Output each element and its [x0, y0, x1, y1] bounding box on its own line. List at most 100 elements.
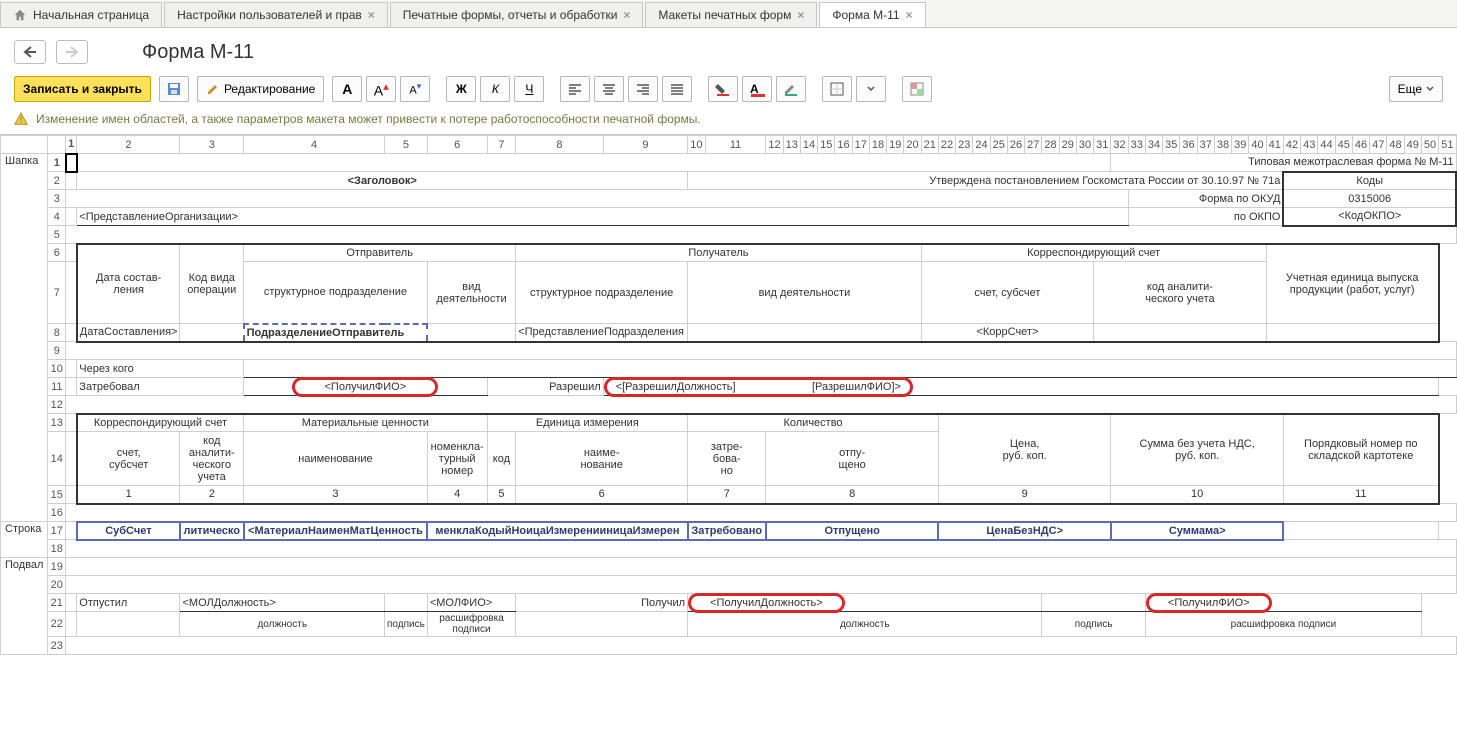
cell-approval[interactable]: Утверждена постановлением Госкомстата Ро… — [688, 172, 1284, 190]
cell-param[interactable]: СубСчет — [77, 522, 180, 540]
cell-acct[interactable]: счет, субсчет — [921, 262, 1094, 324]
cell-uname[interactable]: наиме- нование — [516, 432, 688, 486]
cell-param[interactable]: литическо — [180, 522, 244, 540]
row-hdr[interactable]: 3 — [48, 190, 66, 208]
borders-dropdown[interactable] — [856, 76, 886, 102]
spreadsheet[interactable]: 1 2 3 4 5 6 7 8 9 10 11 12 13 14 15 16 1… — [0, 134, 1457, 655]
cell-form-title[interactable]: Типовая межотраслевая форма № М-11 — [1111, 154, 1456, 172]
col-hdr[interactable]: 43 — [1301, 136, 1318, 154]
col-hdr[interactable]: 35 — [1163, 136, 1180, 154]
col-hdr[interactable]: 3 — [180, 136, 244, 154]
cell[interactable] — [66, 262, 77, 324]
cell[interactable] — [66, 396, 1456, 414]
align-justify-button[interactable] — [662, 76, 692, 102]
cell[interactable] — [66, 208, 77, 226]
cell-acct2[interactable]: счет, субсчет — [77, 432, 180, 486]
close-icon[interactable]: × — [797, 8, 804, 22]
cell[interactable] — [66, 540, 1456, 558]
cell-n[interactable]: 5 — [487, 486, 516, 504]
cell-sign-label[interactable]: подпись — [385, 612, 428, 637]
col-hdr[interactable]: 14 — [800, 136, 817, 154]
cell-mol-fio[interactable]: <МОЛФИО> — [427, 594, 515, 612]
cell[interactable] — [516, 612, 688, 637]
cell-codes[interactable]: Коды — [1283, 172, 1456, 190]
cell[interactable] — [66, 486, 77, 504]
cell-okpo-label[interactable]: по ОКПО — [1128, 208, 1283, 226]
cell-corr-val[interactable]: <КоррСчет> — [921, 324, 1094, 342]
col-hdr[interactable]: 27 — [1025, 136, 1042, 154]
cell-title[interactable]: <Заголовок> — [77, 172, 688, 190]
spreadsheet-grid[interactable]: 1 2 3 4 5 6 7 8 9 10 11 12 13 14 15 16 1… — [0, 135, 1457, 655]
col-hdr[interactable]: 7 — [487, 136, 516, 154]
cell-n[interactable]: 10 — [1111, 486, 1284, 504]
col-hdr[interactable]: 51 — [1439, 136, 1456, 154]
cell-dec-label[interactable]: расшифровка подписи — [427, 612, 515, 637]
col-hdr[interactable]: 16 — [835, 136, 852, 154]
col-hdr[interactable]: 38 — [1214, 136, 1231, 154]
col-hdr[interactable]: 17 — [852, 136, 869, 154]
cell-okud-value[interactable]: 0315006 — [1283, 190, 1456, 208]
cell-recv-pos[interactable]: <ПолучилДолжность> — [688, 594, 1042, 612]
cell-name[interactable]: наименование — [244, 432, 428, 486]
cell[interactable] — [385, 594, 428, 612]
cell[interactable] — [66, 522, 77, 540]
col-hdr[interactable]: 42 — [1283, 136, 1300, 154]
cell[interactable] — [1266, 324, 1439, 342]
save-button[interactable] — [159, 76, 189, 102]
cell-n[interactable]: 4 — [427, 486, 487, 504]
cell-price[interactable]: Цена, руб. коп. — [938, 414, 1111, 486]
cell[interactable] — [66, 612, 77, 637]
cell[interactable] — [66, 594, 77, 612]
col-hdr[interactable]: 33 — [1128, 136, 1145, 154]
back-button[interactable] — [14, 40, 46, 64]
forward-button[interactable] — [56, 40, 88, 64]
close-icon[interactable]: × — [623, 8, 630, 22]
col-hdr[interactable]: 10 — [688, 136, 706, 154]
cell-dec-label2[interactable]: расшифровка подписи — [1145, 612, 1421, 637]
col-hdr[interactable]: 36 — [1180, 136, 1197, 154]
cell[interactable] — [77, 154, 1111, 172]
col-hdr[interactable]: 19 — [887, 136, 904, 154]
cell-unit-hdr[interactable]: Учетная единица выпуска продукции (работ… — [1266, 244, 1439, 324]
col-hdr[interactable]: 28 — [1042, 136, 1059, 154]
cell[interactable] — [66, 576, 1456, 594]
row-hdr[interactable]: 14 — [48, 432, 66, 486]
cell[interactable] — [66, 244, 77, 262]
row-hdr[interactable]: 11 — [48, 378, 66, 396]
col-hdr[interactable]: 22 — [938, 136, 955, 154]
align-left-button[interactable] — [560, 76, 590, 102]
col-hdr[interactable]: 25 — [990, 136, 1007, 154]
row-hdr[interactable]: 23 — [48, 637, 66, 655]
cell-param[interactable]: менклаКодыйНоицаИзмеренииницаИзмерен — [427, 522, 687, 540]
cell[interactable] — [180, 324, 244, 342]
cell[interactable] — [66, 558, 1456, 576]
col-hdr[interactable]: 50 — [1421, 136, 1438, 154]
col-hdr[interactable]: 37 — [1197, 136, 1214, 154]
col-hdr[interactable]: 20 — [904, 136, 921, 154]
italic-button[interactable]: К — [480, 76, 510, 102]
cell[interactable] — [66, 414, 77, 432]
cell-param[interactable]: <МатериалНаименМатЦенность — [244, 522, 428, 540]
col-hdr[interactable]: 45 — [1335, 136, 1352, 154]
cell-qty[interactable]: Количество — [688, 414, 939, 432]
cell[interactable] — [66, 342, 1456, 360]
cell-n[interactable]: 9 — [938, 486, 1111, 504]
col-hdr[interactable]: 26 — [1007, 136, 1024, 154]
cell-struct-r[interactable]: структурное подразделение — [516, 262, 688, 324]
col-hdr[interactable]: 39 — [1232, 136, 1249, 154]
col-hdr[interactable]: 30 — [1076, 136, 1093, 154]
cell-through[interactable]: Через кого — [77, 360, 244, 378]
underline-button[interactable]: Ч — [514, 76, 544, 102]
section-row[interactable]: Строка — [1, 522, 48, 558]
col-hdr[interactable]: 13 — [783, 136, 800, 154]
cell-date-hdr[interactable]: Дата состав- ления — [77, 244, 180, 324]
cell-nomen[interactable]: номенкла- турный номер — [427, 432, 487, 486]
row-hdr[interactable]: 7 — [48, 262, 66, 324]
borders-button[interactable] — [822, 76, 852, 102]
tab-templates[interactable]: Макеты печатных форм × — [645, 2, 817, 27]
cell-n[interactable]: 3 — [244, 486, 428, 504]
col-hdr[interactable]: 34 — [1145, 136, 1162, 154]
cell-unit2[interactable]: Единица измерения — [487, 414, 688, 432]
col-hdr[interactable]: 15 — [818, 136, 835, 154]
cell-mol-pos[interactable]: <МОЛДолжность> — [180, 594, 385, 612]
